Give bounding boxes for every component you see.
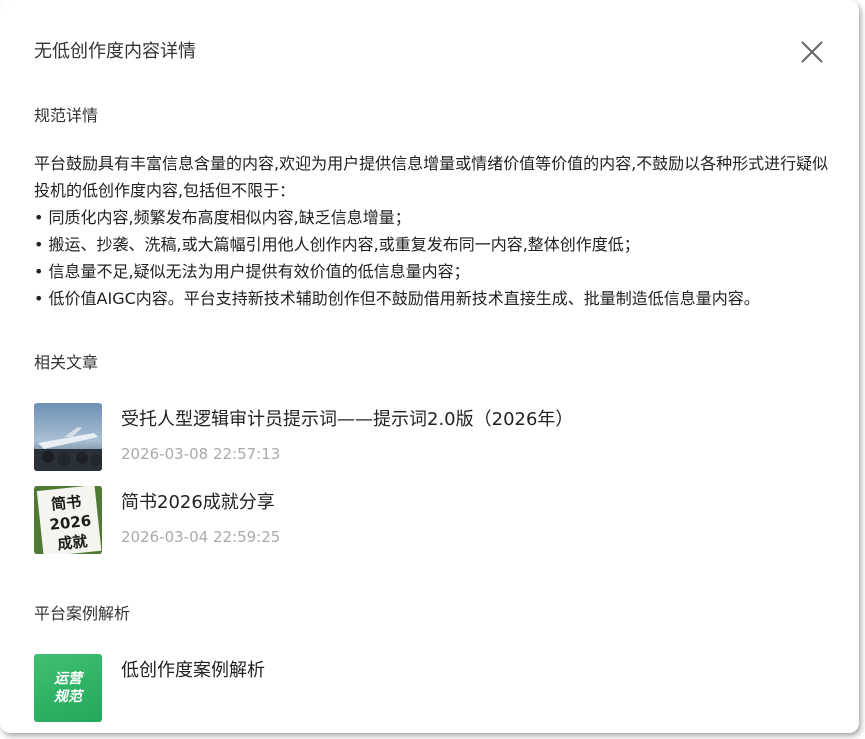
article-title[interactable]: 受托人型逻辑审计员提示词——提示词2.0版（2026年） bbox=[121, 407, 573, 433]
rules-bullet: • 信息量不足,疑似无法为用户提供有效价值的低信息量内容； bbox=[34, 262, 470, 281]
related-article[interactable]: 受托人型逻辑审计员提示词——提示词2.0版（2026年） 2026-03-08 … bbox=[34, 403, 834, 471]
cases-heading: 平台案例解析 bbox=[34, 604, 131, 623]
related-article[interactable]: 简书 2026 成就 简书2026成就分享 2026-03-04 22:59:2… bbox=[34, 486, 834, 554]
close-icon[interactable] bbox=[800, 40, 824, 64]
article-title[interactable]: 简书2026成就分享 bbox=[121, 490, 275, 516]
ops-rules-badge-icon[interactable]: 运营 规范 bbox=[34, 654, 102, 722]
article-title[interactable]: 低创作度案例解析 bbox=[121, 658, 265, 684]
article-date: 2026-03-08 22:57:13 bbox=[121, 445, 281, 463]
rules-bullet: • 低价值AIGC内容。平台支持新技术辅助创作但不鼓励借用新技术直接生成、批量制… bbox=[34, 289, 760, 308]
content-detail-dialog: 无低创作度内容详情 规范详情 平台鼓励具有丰富信息含量的内容,欢迎为用户提供信息… bbox=[0, 0, 859, 733]
thumb-text: 运营 bbox=[54, 671, 82, 687]
airport-photo-icon[interactable] bbox=[34, 403, 102, 471]
dialog-title: 无低创作度内容详情 bbox=[34, 41, 196, 62]
rules-body: 平台鼓励具有丰富信息含量的内容,欢迎为用户提供信息增量或情绪价值等价值的内容,不… bbox=[34, 150, 834, 312]
rules-heading: 规范详情 bbox=[34, 106, 99, 125]
thumb-text: 规范 bbox=[54, 689, 82, 705]
rules-bullet: • 搬运、抄袭、洗稿,或大篇幅引用他人创作内容,或重复发布同一内容,整体创作度低… bbox=[34, 235, 640, 254]
case-article[interactable]: 运营 规范 低创作度案例解析 bbox=[34, 654, 834, 722]
rules-bullet: • 同质化内容,频繁发布高度相似内容,缺乏信息增量； bbox=[34, 208, 411, 227]
related-heading: 相关文章 bbox=[34, 353, 99, 372]
article-date: 2026-03-04 22:59:25 bbox=[121, 528, 281, 546]
rules-intro: 平台鼓励具有丰富信息含量的内容,欢迎为用户提供信息增量或情绪价值等价值的内容,不… bbox=[34, 154, 829, 200]
paper-sign-icon[interactable]: 简书 2026 成就 bbox=[34, 486, 102, 554]
thumb-text: 简书 bbox=[50, 493, 82, 514]
thumb-text: 成就 bbox=[57, 532, 89, 553]
